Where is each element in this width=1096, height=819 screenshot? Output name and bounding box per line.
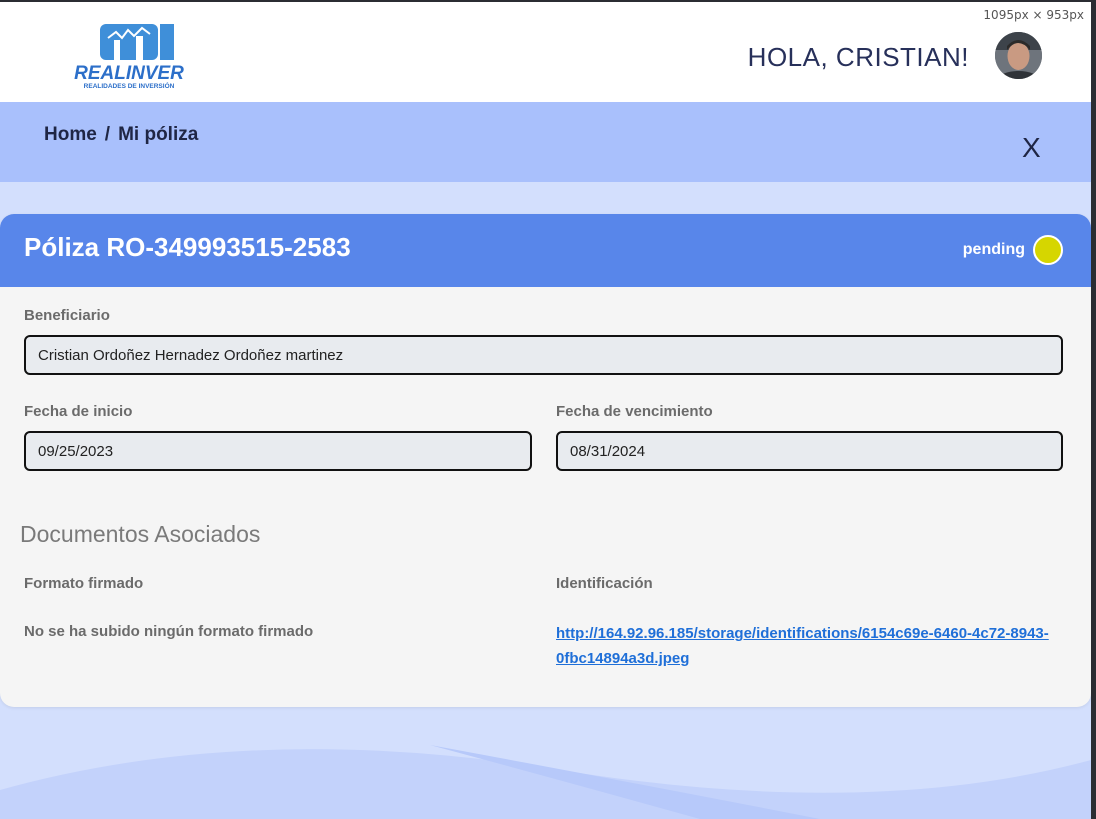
avatar-image xyxy=(995,32,1042,79)
user-greeting: HOLA, CRISTIAN! xyxy=(747,42,969,72)
viewport-size-readout: 1095px × 953px xyxy=(981,7,1086,23)
policy-status: pending xyxy=(963,235,1063,265)
status-label: pending xyxy=(962,241,1025,258)
identificacion-label: Identificación xyxy=(556,575,653,592)
formato-firmado-label: Formato firmado xyxy=(24,575,144,592)
user-avatar[interactable] xyxy=(995,32,1042,79)
breadcrumb-home-link[interactable]: Home xyxy=(44,124,97,146)
svg-text:REALIDADES DE INVERSIÓN: REALIDADES DE INVERSIÓN xyxy=(84,81,175,90)
documentos-section-title: Documentos Asociados xyxy=(20,521,261,547)
status-indicator-icon xyxy=(1033,235,1063,265)
identificacion-link[interactable]: http://164.92.96.185/storage/identificat… xyxy=(556,621,1056,671)
close-button[interactable]: X xyxy=(1022,132,1041,164)
formato-firmado-status: No se ha subido ningún formato firmado xyxy=(24,623,314,640)
fecha-vencimiento-field[interactable]: 08/31/2024 xyxy=(556,431,1063,471)
beneficiario-field[interactable]: Cristian Ordoñez Hernadez Ordoñez martin… xyxy=(24,335,1063,375)
fecha-vencimiento-label: Fecha de vencimiento xyxy=(556,403,713,420)
fecha-inicio-field[interactable]: 09/25/2023 xyxy=(24,431,532,471)
svg-text:REALINVER: REALINVER xyxy=(74,63,184,84)
fecha-inicio-label: Fecha de inicio xyxy=(24,403,133,420)
breadcrumb-current: Mi póliza xyxy=(118,124,199,145)
breadcrumb-bar: Home / Mi póliza X xyxy=(0,102,1091,182)
realinver-logo[interactable]: REALINVER REALIDADES DE INVERSIÓN xyxy=(56,22,202,90)
breadcrumb: Home / Mi póliza xyxy=(44,124,198,146)
policy-title: Póliza RO-349993515-2583 xyxy=(24,232,351,262)
beneficiario-label: Beneficiario xyxy=(24,307,110,324)
background-wave xyxy=(0,745,1091,819)
breadcrumb-separator: / xyxy=(104,124,111,145)
top-header: REALINVER REALIDADES DE INVERSIÓN HOLA, … xyxy=(0,2,1091,102)
devtools-frame-right xyxy=(1091,0,1096,819)
policy-card-header: Póliza RO-349993515-2583 pending xyxy=(0,214,1091,287)
policy-card: Póliza RO-349993515-2583 pending Benefic… xyxy=(0,214,1091,707)
